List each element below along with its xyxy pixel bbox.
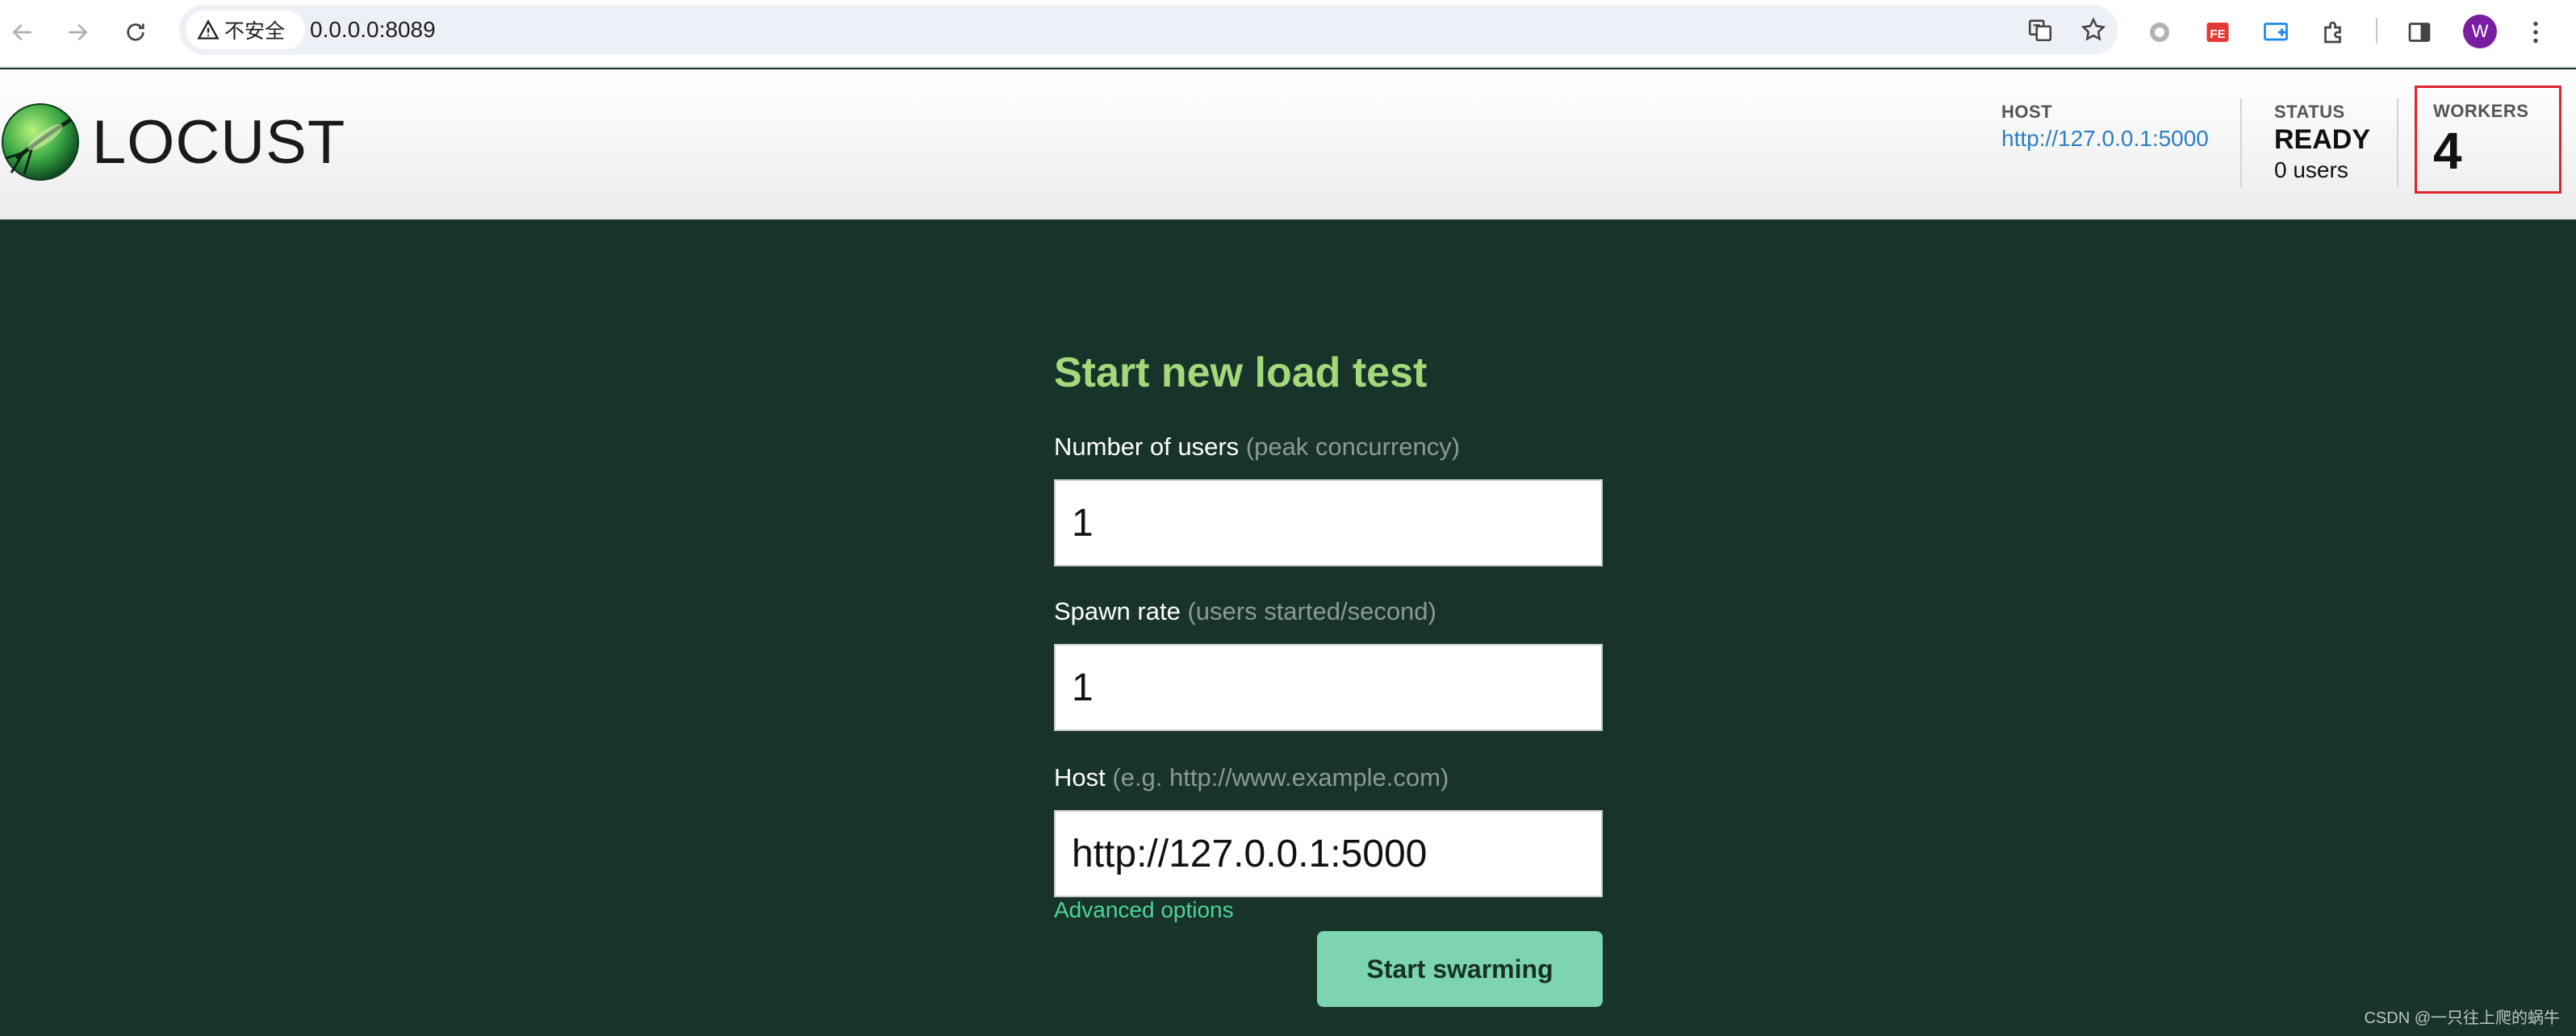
advanced-options-link[interactable]: Advanced options [1054, 897, 1234, 923]
back-button[interactable] [3, 13, 42, 52]
bookmark-button[interactable] [2077, 14, 2110, 46]
users-label-hint: (peak concurrency) [1245, 432, 1461, 461]
host-label-text: Host [1054, 763, 1106, 792]
host-stat: HOST http://127.0.0.1:5000 [2001, 102, 2209, 152]
spawn-rate-field-label: Spawn rate (users started/second) [1054, 597, 1436, 626]
spawn-rate-input[interactable] [1054, 644, 1603, 731]
start-swarming-button[interactable]: Start swarming [1317, 931, 1603, 1007]
side-panel-button[interactable] [2402, 15, 2437, 50]
extension-screenshot-button[interactable] [2258, 15, 2294, 50]
status-user-count: 0 users [2274, 157, 2348, 182]
logo-wordmark: LOCUST [92, 107, 346, 177]
host-stat-label: HOST [2001, 102, 2053, 122]
extension-badge-text: FE [2210, 27, 2225, 41]
toolbar-separator [2376, 18, 2377, 44]
spawn-rate-label-text: Spawn rate [1054, 597, 1181, 625]
record-circle-icon [2150, 23, 2169, 42]
status-stat-label: STATUS [2274, 102, 2345, 122]
host-input[interactable] [1054, 810, 1603, 897]
reload-button[interactable] [116, 13, 155, 52]
arrow-right-icon [69, 23, 88, 41]
star-icon [2080, 17, 2106, 41]
form-title: Start new load test [1054, 349, 1428, 396]
translate-button[interactable] [2024, 14, 2056, 46]
security-label: 不安全 [224, 20, 286, 43]
workers-stat-value: 4 [2433, 122, 2462, 180]
kebab-menu-icon [2533, 21, 2538, 44]
reload-icon [127, 23, 144, 41]
status-stat-value: READY [2274, 124, 2371, 155]
host-field-label: Host (e.g. http://www.example.com) [1054, 763, 1449, 792]
translate-icon [2028, 19, 2052, 42]
browser-toolbar: 不安全 0.0.0.0:8089 FE W [0, 0, 2576, 68]
stat-divider [2240, 98, 2242, 187]
workers-stat: WORKERS 4 [2415, 86, 2561, 194]
screen-add-icon [2264, 23, 2288, 41]
address-bar[interactable]: 不安全 0.0.0.0:8089 [179, 5, 2118, 55]
users-input[interactable] [1054, 479, 1603, 566]
stat-divider [2397, 98, 2398, 187]
fe-extension-icon: FE [2206, 23, 2229, 42]
watermark: CSDN @一只往上爬的蜗牛 [2364, 1009, 2560, 1027]
side-panel-icon [2408, 23, 2431, 42]
locust-logo-icon [2, 103, 79, 181]
arrow-left-icon [12, 23, 31, 41]
warning-triangle-icon [197, 19, 220, 40]
browser-menu-button[interactable] [2518, 15, 2553, 50]
extensions-button[interactable] [2316, 15, 2352, 50]
locust-logo[interactable]: LOCUST [0, 102, 345, 182]
host-label-hint: (e.g. http://www.example.com) [1112, 763, 1449, 792]
puzzle-icon [2324, 21, 2341, 44]
users-field-label: Number of users (peak concurrency) [1054, 432, 1460, 462]
url-text[interactable]: 0.0.0.0:8089 [310, 5, 436, 55]
forward-button[interactable] [58, 13, 97, 52]
security-chip[interactable]: 不安全 [186, 10, 305, 49]
users-label-text: Number of users [1054, 432, 1240, 461]
extension-fe-button[interactable]: FE [2200, 15, 2235, 50]
host-stat-link[interactable]: http://127.0.0.1:5000 [2001, 126, 2209, 152]
status-stat: STATUS READY 0 users [2274, 102, 2370, 183]
extension-record-button[interactable] [2142, 15, 2177, 50]
workers-stat-label: WORKERS [2433, 101, 2529, 121]
spawn-rate-label-hint: (users started/second) [1187, 597, 1436, 625]
page: 不安全 0.0.0.0:8089 FE W LOCUST HOST http:/… [0, 0, 2576, 1036]
app-header: LOCUST HOST http://127.0.0.1:5000 STATUS… [0, 69, 2576, 219]
profile-avatar[interactable]: W [2463, 15, 2497, 48]
